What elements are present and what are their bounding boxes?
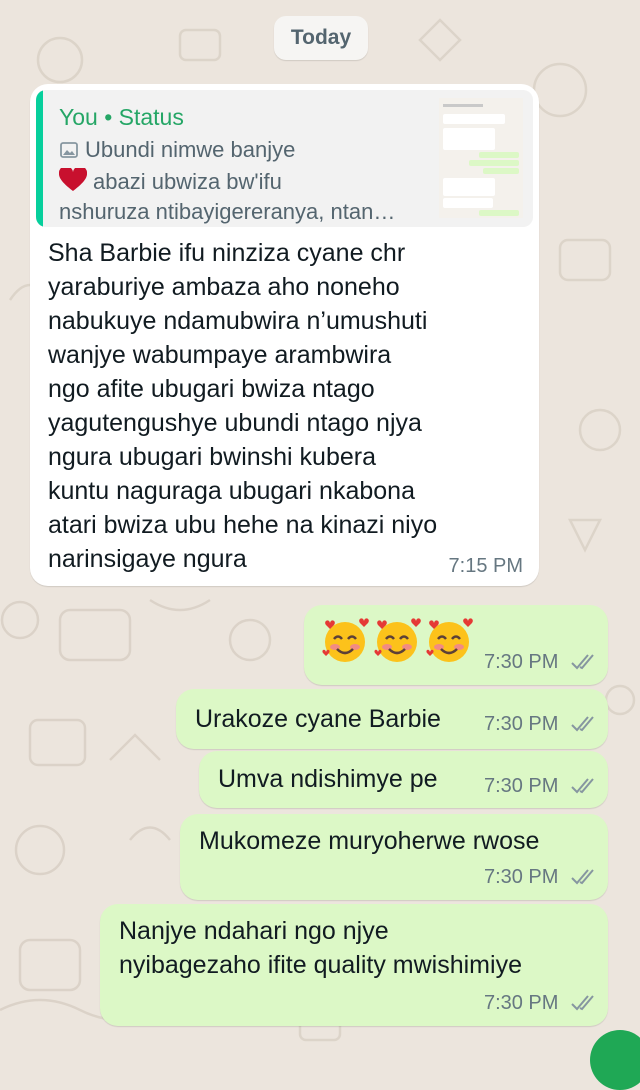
message-text: Nanjye ndahari ngo njye nyibagezaho ifit…: [119, 917, 522, 979]
message-text: Umva ndishimye pe: [218, 765, 438, 793]
status-thumbnail[interactable]: [439, 98, 523, 218]
outgoing-message[interactable]: 7:30 PM: [304, 605, 608, 685]
smiling-face-with-hearts-icon: [374, 618, 421, 662]
scroll-to-bottom-button[interactable]: [590, 1030, 640, 1090]
message-time: 7:30 PM: [484, 775, 596, 801]
message-text: Sha Barbie ifu ninziza cyane chr yarabur…: [48, 239, 438, 573]
quote-line: nshuruza ntibayigereranya, ntan…: [59, 199, 395, 225]
heart-icon: [58, 165, 88, 198]
read-ticks-icon: [570, 715, 596, 739]
quoted-status[interactable]: You • Status Ubundi nimwe banjye abazi u…: [36, 90, 533, 227]
message-time: 7:30 PM: [484, 992, 596, 1018]
smiling-face-with-hearts-icon: [426, 618, 473, 662]
message-time-label: 7:30 PM: [483, 713, 559, 735]
read-ticks-icon: [570, 653, 596, 677]
message-time: 7:30 PM: [484, 713, 596, 739]
quote-author: You • Status: [59, 104, 184, 130]
read-ticks-icon: [570, 994, 596, 1018]
quote-line-text: Ubundi nimwe banjye: [85, 137, 296, 162]
message-time-label: 7:30 PM: [483, 866, 559, 888]
read-ticks-icon: [570, 777, 596, 801]
smiling-face-with-hearts-icon: [322, 618, 369, 662]
incoming-message[interactable]: You • Status Ubundi nimwe banjye abazi u…: [30, 84, 539, 586]
message-time: 7:30 PM: [484, 651, 596, 677]
quote-accent-bar: [36, 90, 43, 227]
outgoing-message[interactable]: Urakoze cyane Barbie 7:30 PM: [176, 689, 608, 749]
message-time-label: 7:30 PM: [483, 775, 559, 797]
message-text: Mukomeze muryoherwe rwose: [199, 827, 540, 855]
outgoing-message[interactable]: Nanjye ndahari ngo njye nyibagezaho ifit…: [100, 904, 608, 1026]
outgoing-message[interactable]: Mukomeze muryoherwe rwose 7:30 PM: [180, 814, 608, 900]
date-chip-label: Today: [290, 26, 352, 49]
quote-line-text: nshuruza ntibayigereranya, ntan…: [59, 199, 396, 224]
outgoing-message[interactable]: Umva ndishimye pe 7:30 PM: [199, 751, 608, 808]
image-icon: [59, 140, 79, 166]
message-text: Urakoze cyane Barbie: [195, 705, 441, 733]
date-chip: Today: [274, 16, 368, 60]
message-time: 7:30 PM: [484, 866, 596, 892]
message-time-label: 7:30 PM: [483, 992, 559, 1014]
quote-line-text: abazi ubwiza bw'ifu: [93, 169, 282, 194]
read-ticks-icon: [570, 868, 596, 892]
quote-line: Ubundi nimwe banjye: [59, 137, 295, 166]
quote-line: abazi ubwiza bw'ifu: [58, 165, 282, 198]
emoji-row: [320, 615, 474, 665]
message-time-label: 7:30 PM: [483, 651, 559, 673]
message-time: 7:15 PM: [448, 555, 523, 577]
